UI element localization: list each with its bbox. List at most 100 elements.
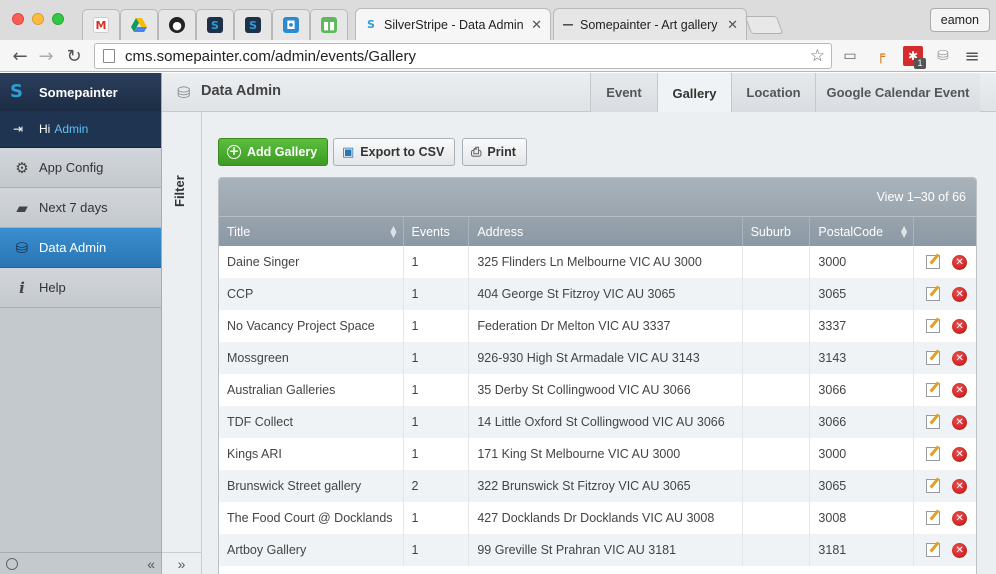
delete-icon[interactable]: ✕ [952, 382, 968, 398]
tab-somepainter[interactable]: — Somepainter - Art gallery o ✕ [553, 8, 747, 40]
pinned-tab-silverstripe-2[interactable]: S [234, 9, 272, 40]
export-label: Export to CSV [360, 145, 445, 159]
delete-icon[interactable]: ✕ [952, 350, 968, 366]
sidebar-item-help[interactable]: i Help [0, 268, 161, 308]
tab-event[interactable]: Event [590, 73, 657, 112]
delete-icon[interactable]: ✕ [952, 286, 968, 302]
pinned-tab-github[interactable]: ● [158, 9, 196, 40]
collapse-sidebar-button[interactable]: « [147, 556, 155, 572]
zoom-window-button[interactable] [52, 13, 64, 25]
address-bar[interactable]: cms.somepainter.com/admin/events/Gallery… [94, 43, 832, 69]
tab-google-calendar-event[interactable]: Google Calendar Event [815, 73, 980, 112]
cell-events: 1 [404, 406, 470, 438]
edit-icon[interactable] [926, 287, 941, 301]
sidebar-item-next-7-days[interactable]: ▰ Next 7 days [0, 188, 161, 228]
tab-gallery[interactable]: Gallery [657, 73, 731, 113]
edit-icon[interactable] [926, 319, 941, 333]
edit-icon[interactable] [926, 415, 941, 429]
column-label: PostalCode [818, 224, 884, 239]
table-row[interactable]: Daine Singer 1 325 Flinders Ln Melbourne… [219, 246, 976, 278]
table-row[interactable]: Brunswick Street gallery 2 322 Brunswick… [219, 470, 976, 502]
cell-events: 1 [404, 438, 470, 470]
delete-icon[interactable]: ✕ [952, 414, 968, 430]
delete-icon[interactable]: ✕ [952, 254, 968, 270]
pagination-info: View 1–30 of 66 [876, 190, 966, 204]
delete-icon[interactable]: ✕ [952, 478, 968, 494]
edit-icon[interactable] [926, 447, 941, 461]
pinned-tab-trello[interactable]: ▮▮ [310, 9, 348, 40]
edit-icon[interactable] [926, 383, 941, 397]
column-header-events: Events [404, 217, 470, 246]
row-actions: ✕ [914, 374, 976, 406]
url-text[interactable]: cms.somepainter.com/admin/events/Gallery [125, 48, 810, 65]
pinned-tab-silverstripe-1[interactable]: S [196, 9, 234, 40]
export-csv-button[interactable]: ▣ Export to CSV [333, 138, 456, 166]
menu-icon[interactable]: ≡ [962, 46, 982, 67]
close-window-button[interactable] [12, 13, 24, 25]
edit-icon[interactable] [926, 511, 941, 525]
pinned-tab-drive[interactable] [120, 9, 158, 40]
brand[interactable]: S Somepainter [0, 73, 161, 111]
filter-panel[interactable]: Filter » [162, 112, 202, 574]
sort-icon[interactable]: ▲ ▼ [901, 224, 907, 238]
table-row[interactable]: The Food Court @ Docklands 1 427 Docklan… [219, 502, 976, 534]
sidebar-item-data-admin[interactable]: ⛁ Data Admin [0, 228, 161, 268]
table-row[interactable]: Australian Galleries 1 35 Derby St Colli… [219, 374, 976, 406]
add-gallery-button[interactable]: + Add Gallery [218, 138, 329, 166]
back-arrow-icon[interactable]: ← [8, 44, 32, 68]
silverstripe-icon: S [367, 18, 375, 31]
delete-icon[interactable]: ✕ [952, 542, 968, 558]
tab-silverstripe-data-admin[interactable]: S SilverStripe - Data Admin ✕ [355, 8, 551, 40]
bookmark-star-icon[interactable]: ☆ [810, 46, 825, 66]
edit-icon[interactable] [926, 255, 941, 269]
logout-icon[interactable]: ⇥ [13, 123, 27, 135]
database-extension-icon[interactable]: ⛁ [933, 46, 953, 66]
cell-events: 1 [404, 534, 470, 566]
close-tab-icon[interactable]: ✕ [531, 17, 542, 33]
user-row: ⇥ Hi Admin [0, 111, 161, 148]
google-drive-icon [131, 17, 147, 33]
reload-icon[interactable]: ↻ [62, 44, 86, 68]
column-header-postalcode[interactable]: PostalCode ▲ ▼ [810, 217, 915, 246]
browser-toolbar: ← → ↻ cms.somepainter.com/admin/events/G… [0, 40, 996, 72]
cell-postalcode: 3000 [810, 246, 915, 278]
edit-icon[interactable] [926, 351, 941, 365]
greeting: Hi [39, 122, 51, 136]
app-icon: ◘ [283, 17, 299, 33]
table-row[interactable]: Kings ARI 1 171 King St Melbourne VIC AU… [219, 438, 976, 470]
cell-title: Artboy Gallery [219, 534, 404, 566]
table-row[interactable]: Mossgreen 1 926-930 High St Armadale VIC… [219, 342, 976, 374]
edit-icon[interactable] [926, 543, 941, 557]
delete-icon[interactable]: ✕ [952, 446, 968, 462]
cast-icon[interactable]: ▭ [840, 46, 860, 66]
extension-icon[interactable]: ╒ [871, 46, 891, 66]
cell-address: 322 Brunswick St Fitzroy VIC AU 3065 [469, 470, 743, 502]
cell-events: 1 [404, 502, 470, 534]
table-row[interactable]: Artboy Gallery 1 99 Greville St Prahran … [219, 534, 976, 566]
delete-icon[interactable]: ✕ [952, 510, 968, 526]
profile-button[interactable]: eamon [929, 8, 990, 32]
silverstripe-icon: S [245, 17, 261, 33]
table-row[interactable]: TDF Collect 1 14 Little Oxford St Collin… [219, 406, 976, 438]
print-button[interactable]: ⎙ Print [462, 138, 527, 166]
edit-icon[interactable] [926, 479, 941, 493]
sort-icon[interactable]: ▲ ▼ [390, 224, 396, 238]
table-row[interactable]: No Vacancy Project Space 1 Federation Dr… [219, 310, 976, 342]
plus-icon: + [227, 144, 241, 159]
delete-icon[interactable]: ✕ [952, 318, 968, 334]
forward-arrow-icon[interactable]: → [34, 44, 58, 68]
expand-filter-button[interactable]: » [162, 552, 201, 574]
close-tab-icon[interactable]: ✕ [727, 17, 738, 33]
user-profile-link[interactable]: Admin [54, 122, 88, 136]
pinned-tab-app[interactable]: ◘ [272, 9, 310, 40]
sidebar-item-app-config[interactable]: ⚙ App Config [0, 148, 161, 188]
minimize-window-button[interactable] [32, 13, 44, 25]
cell-suburb [743, 406, 811, 438]
filter-label[interactable]: Filter [172, 147, 187, 207]
tab-location[interactable]: Location [731, 73, 815, 112]
row-actions: ✕ [914, 438, 976, 470]
table-row[interactable]: CCP 1 404 George St Fitzroy VIC AU 3065 … [219, 278, 976, 310]
column-header-title[interactable]: Title ▲ ▼ [219, 217, 404, 246]
new-tab-button[interactable] [744, 16, 784, 34]
pinned-tab-gmail[interactable]: M [82, 9, 120, 40]
